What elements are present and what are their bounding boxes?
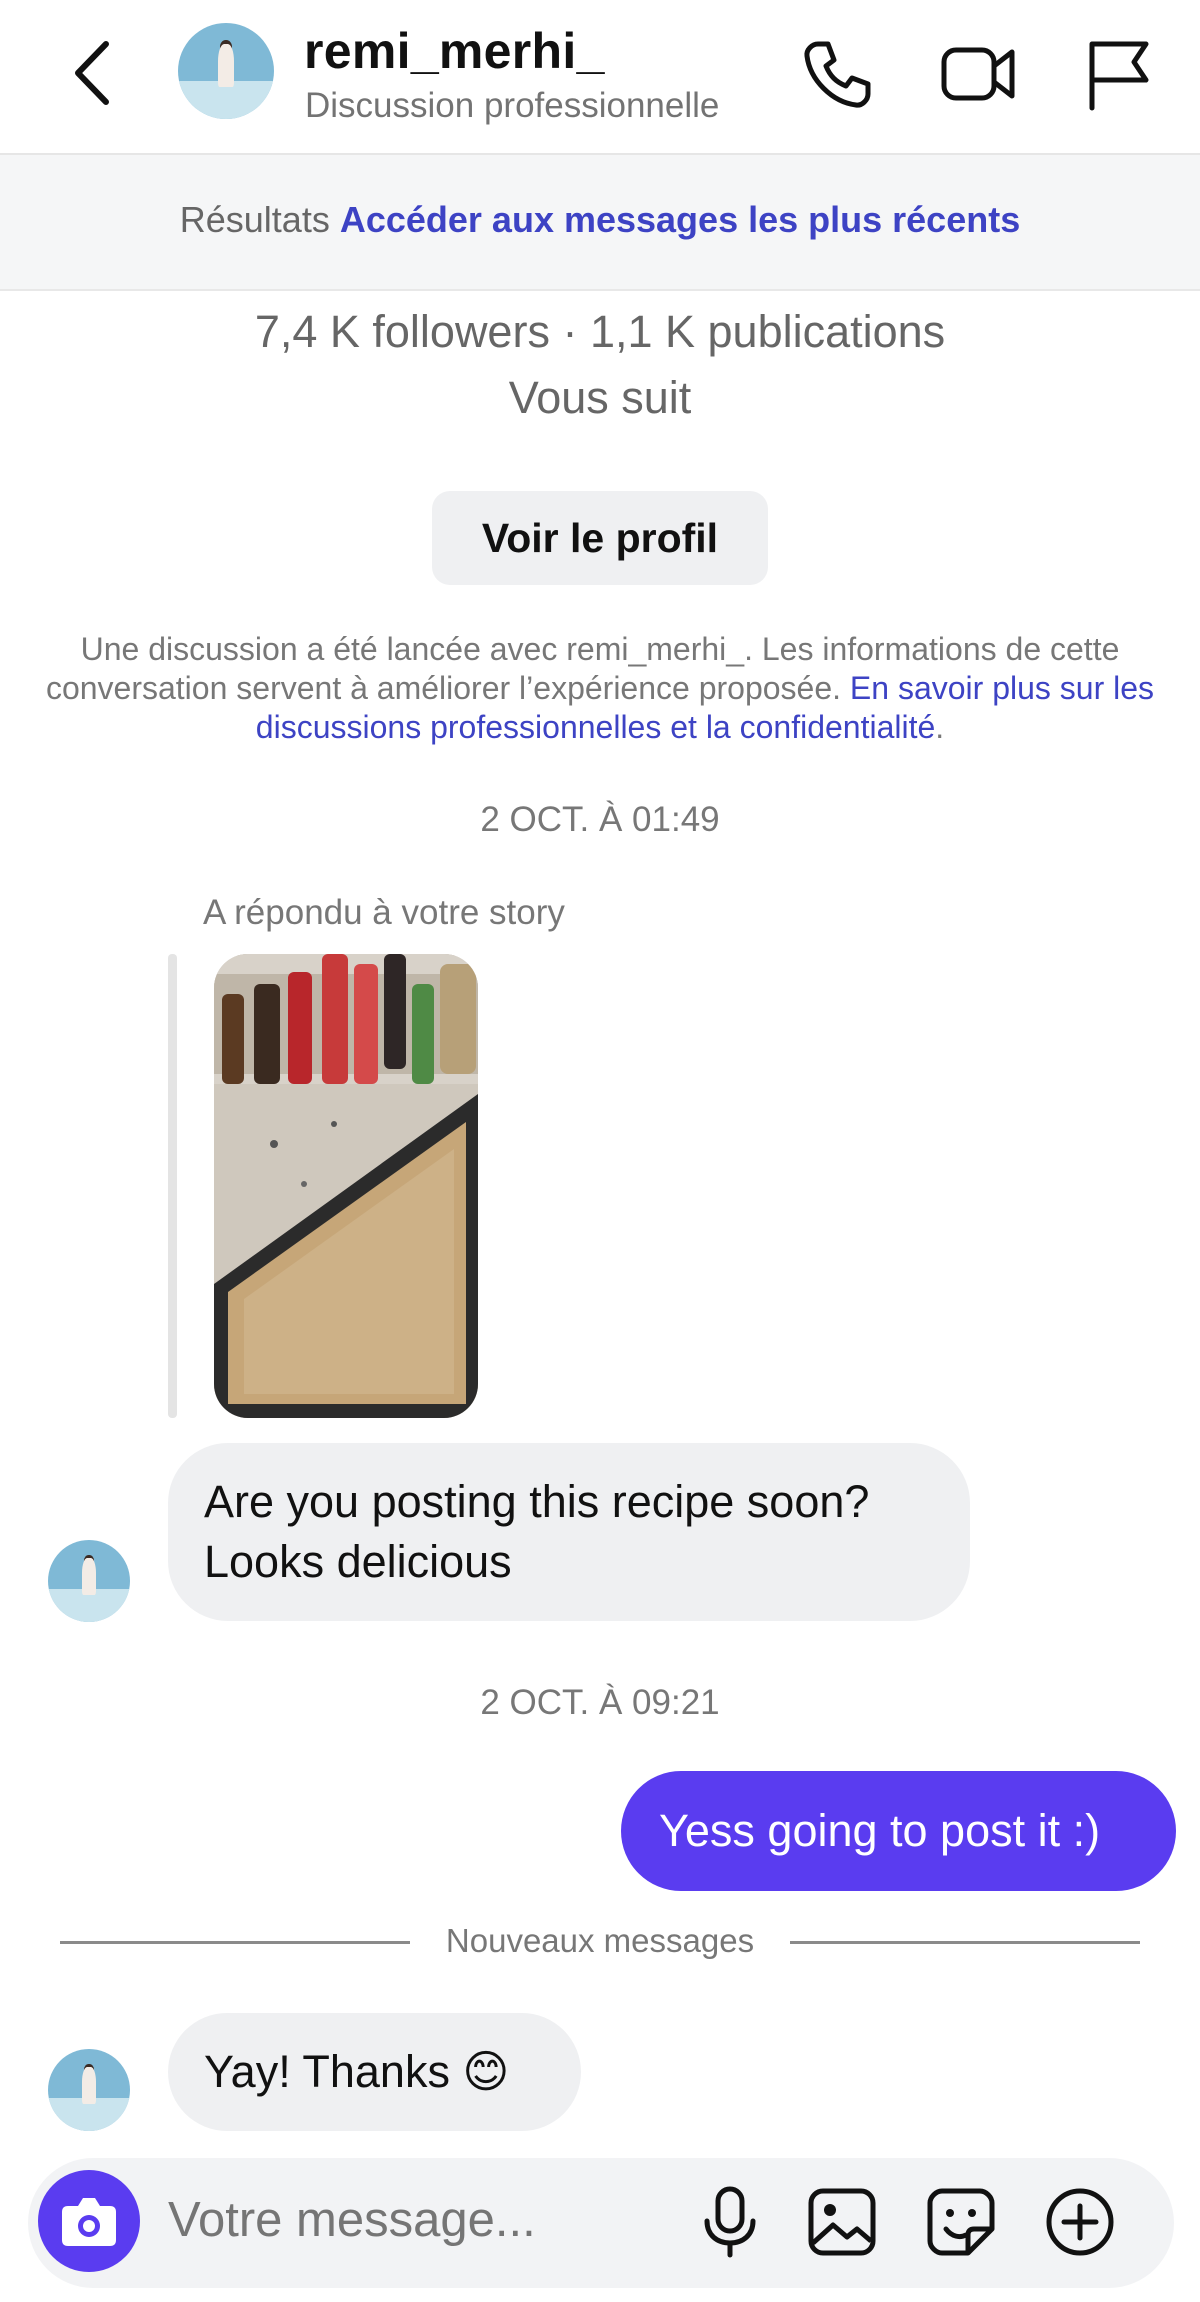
sticker-icon <box>927 2188 995 2256</box>
avatar[interactable] <box>178 23 274 119</box>
camera-icon <box>62 2198 116 2246</box>
reply-quote-bar <box>168 954 177 1418</box>
message-timestamp: 2 OCT. À 01:49 <box>480 800 720 839</box>
incoming-message[interactable]: Are you posting this recipe soon? Looks … <box>168 1443 970 1621</box>
back-button[interactable] <box>70 38 114 108</box>
video-camera-icon <box>941 47 1015 101</box>
microphone-icon <box>704 2186 756 2258</box>
chat-subtitle: Discussion professionnelle <box>305 86 720 125</box>
story-image <box>214 954 478 1418</box>
sticker-button[interactable] <box>922 2183 1000 2261</box>
message-line: Looks delicious <box>204 1536 512 1587</box>
avatar[interactable] <box>48 1540 130 1622</box>
divider <box>790 1941 1140 1944</box>
video-call-button[interactable] <box>940 36 1016 112</box>
gallery-icon <box>808 2188 876 2256</box>
results-banner: Résultats Accéder aux messages les plus … <box>0 155 1200 291</box>
message-text: Yess going to post it :) <box>659 1805 1101 1856</box>
chevron-left-icon <box>75 41 109 105</box>
camera-button[interactable] <box>38 2170 140 2272</box>
recent-messages-link[interactable]: Accéder aux messages les plus récents <box>340 199 1020 240</box>
call-button[interactable] <box>800 36 876 112</box>
gallery-button[interactable] <box>803 2183 881 2261</box>
follows-you-label: Vous suit <box>508 372 692 423</box>
outgoing-message[interactable]: Yess going to post it :) <box>621 1771 1176 1891</box>
more-options-button[interactable] <box>1041 2183 1119 2261</box>
disclaimer-end: . <box>935 709 945 745</box>
business-chat-disclaimer: Une discussion a été lancée avec remi_me… <box>20 630 1180 747</box>
phone-icon <box>804 41 871 108</box>
flag-icon <box>1089 41 1149 111</box>
view-profile-button[interactable]: Voir le profil <box>432 491 768 585</box>
incoming-message[interactable]: Yay! Thanks 😊 <box>168 2013 581 2131</box>
results-label: Résultats <box>179 199 330 240</box>
chat-header: remi_merhi_ Discussion professionnelle <box>0 0 1200 155</box>
story-thumbnail[interactable] <box>214 954 478 1418</box>
plus-circle-icon <box>1046 2188 1114 2256</box>
voice-message-button[interactable] <box>691 2183 769 2261</box>
message-line: Are you posting this recipe soon? <box>204 1476 870 1527</box>
avatar[interactable] <box>48 2049 130 2131</box>
report-button[interactable] <box>1080 36 1156 112</box>
chat-username[interactable]: remi_merhi_ <box>304 22 605 80</box>
story-reply-label: A répondu à votre story <box>203 893 565 932</box>
message-timestamp: 2 OCT. À 09:21 <box>480 1683 720 1722</box>
profile-stats: 7,4 K followers · 1,1 K publications <box>254 306 946 357</box>
message-text: Yay! Thanks 😊 <box>204 2046 510 2097</box>
message-input[interactable] <box>168 2192 638 2248</box>
